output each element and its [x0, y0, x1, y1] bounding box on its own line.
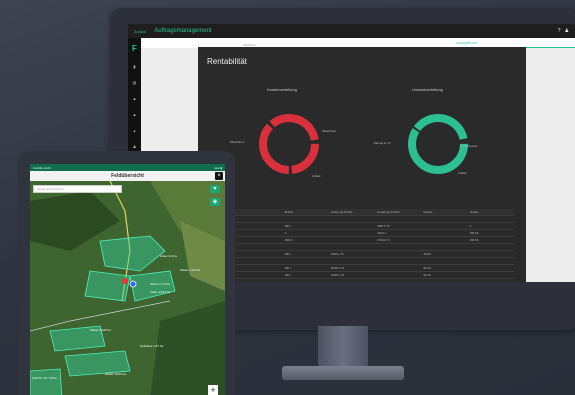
- revenue-label-quantity: Menge in m³: [374, 141, 391, 145]
- table-header: Kosten (gr.STUnit): [331, 210, 353, 214]
- table-cell: 0: [469, 224, 472, 228]
- cost-chart-title: Kostenverteilung: [267, 87, 297, 92]
- table-row: [210, 244, 514, 251]
- table-cell: 180 t: [284, 224, 291, 228]
- document-icon[interactable]: ▤: [133, 80, 137, 85]
- field-label[interactable]: Acker 14,87 ha: [150, 290, 170, 294]
- table-header-row: Einheit Kosten (gr.STUnit) Umsatz (gr.ST…: [210, 209, 514, 216]
- back-link[interactable]: Zurück: [134, 29, 146, 34]
- monitor-stand-base: [282, 366, 404, 380]
- table-cell: 2503 m 75: [377, 224, 390, 228]
- table-cell: 180 t: [284, 273, 291, 277]
- revenue-chart-title: Umsatzverteilung: [412, 87, 443, 92]
- table-cell: 1: [284, 231, 287, 235]
- satellite-map[interactable]: [30, 181, 225, 395]
- table-row: gesamt: [210, 216, 514, 223]
- field-number-label: Feld Nr. 12 / 18 ha: [32, 376, 57, 380]
- table-cell: 180 t: [284, 266, 291, 270]
- tablet-map-screen: Feldübersicht ●●● ▮ Feldübersicht × Feld…: [30, 164, 225, 395]
- field-label[interactable]: Wiese 1 2,6 ha: [150, 282, 170, 286]
- location-icon[interactable]: ◈: [210, 198, 220, 206]
- help-icon[interactable]: ?: [558, 28, 561, 34]
- cost-label-machines: Maschinen: [230, 140, 245, 144]
- table-row: Mitarbeiter Stunden180 t96.98 m 7496.4 €: [210, 265, 514, 272]
- revenue-ring: [408, 114, 468, 174]
- status-left: Feldübersicht: [33, 165, 52, 170]
- table-cell: 92.3 €: [423, 273, 431, 277]
- tablet-title: Feldübersicht: [111, 173, 144, 179]
- table-header: Einheit: [284, 210, 293, 214]
- user-icon[interactable]: ♟: [133, 144, 137, 149]
- location-marker[interactable]: [129, 280, 137, 288]
- field-search-input[interactable]: Felder durchsuchen: [33, 185, 122, 193]
- table-cell: 1500 h: [284, 238, 293, 242]
- table-row: [210, 258, 514, 265]
- layers-icon[interactable]: ▾: [210, 185, 220, 193]
- field-label[interactable]: Weide 18,02 ha: [105, 372, 126, 376]
- table-cell: 150.8 €: [469, 238, 479, 242]
- table-row: [210, 279, 514, 282]
- app-topbar: Zurück Auftragsmanagement ? ♟: [128, 24, 575, 38]
- table-cell: 2503 m 75: [331, 252, 344, 256]
- section-title: Rentabilität: [207, 57, 248, 66]
- table-cell: 150.8 m: [377, 231, 387, 235]
- table-row: Auftragsmenge m³180 t2503 m 750: [210, 223, 514, 230]
- table-cell: 2.513 € 73: [377, 238, 390, 242]
- table-cell: 29.89 m 75: [331, 273, 345, 277]
- tractor-icon[interactable]: ▲: [133, 112, 137, 117]
- tractor-icon[interactable]: ▲: [133, 96, 137, 101]
- table-header: Gewinn: [423, 210, 433, 214]
- app-title: Auftragsmanagement: [154, 28, 212, 34]
- cost-ring: [259, 114, 319, 174]
- table-row: Artikel180 t2503 m 7546.8 €: [210, 251, 514, 258]
- menu-icon[interactable]: ▮: [133, 64, 135, 69]
- table-cell: 96.4 €: [423, 266, 431, 270]
- revenue-label-items: Umsatzposte: [460, 144, 478, 148]
- chart-icon[interactable]: ▴: [133, 128, 135, 133]
- table-cell: 96.98 m 74: [331, 266, 345, 270]
- field-label[interactable]: Wiese 18,02 ha: [90, 328, 111, 332]
- revenue-label-articles: Artikel: [458, 171, 467, 175]
- app-logo[interactable]: F: [132, 44, 137, 53]
- tab-details[interactable]: DETAILS: [141, 40, 358, 47]
- close-icon[interactable]: ×: [215, 172, 223, 180]
- table-cell: 180 t: [284, 252, 291, 256]
- zoom-in-button[interactable]: +: [208, 385, 218, 395]
- tablet-status-bar: Feldübersicht ●●● ▮: [30, 164, 225, 171]
- table-row: Diesel180 t29.89 m 7592.3 €: [210, 272, 514, 279]
- table-header: Umsatz: [469, 210, 479, 214]
- table-header: Umsatz (gr.STUnit): [377, 210, 400, 214]
- field-label[interactable]: Acker 3,0 ha: [160, 254, 177, 258]
- profitability-panel: Rentabilität Kostenverteilung Maschinen …: [198, 47, 526, 282]
- monitor-stand-neck: [318, 326, 368, 370]
- cost-donut-chart: [259, 114, 319, 174]
- cost-label-articles: Artikel: [312, 174, 321, 178]
- table-cell: 150.8 €: [469, 231, 479, 235]
- table-body: gesamtAuftragsmenge m³180 t2503 m 750Mas…: [210, 216, 514, 282]
- status-right: ●●● ▮: [214, 165, 222, 170]
- tablet-header: Feldübersicht ×: [30, 171, 225, 181]
- cost-label-employees: Mitarbeiter: [322, 129, 337, 133]
- map-marker[interactable]: [122, 278, 128, 284]
- table-cell: 46.8 €: [423, 252, 431, 256]
- profitability-table: Einheit Kosten (gr.STUnit) Umsatz (gr.ST…: [210, 209, 514, 279]
- table-row: 1500 h 2.513 € 73 150.8 €: [210, 237, 514, 244]
- field-label[interactable]: Hofwiese 1,67 ha: [140, 344, 163, 348]
- user-icon[interactable]: ♟: [565, 28, 569, 34]
- table-row: Maschinen1150.8 m150.8 €: [210, 230, 514, 237]
- field-label[interactable]: Wiese 1 0,9 ha: [180, 268, 200, 272]
